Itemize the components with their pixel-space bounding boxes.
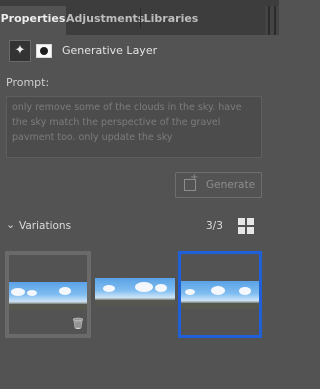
tab-properties[interactable]: Properties (0, 6, 66, 35)
variation-thumbnail-3-selected[interactable] (178, 251, 262, 338)
variations-title: Variations (19, 220, 72, 232)
variation-image (181, 281, 259, 309)
layer-info-row: ✦ Generative Layer (0, 40, 279, 64)
variations-count: 3/3 (206, 220, 223, 232)
delete-variation-icon[interactable]: 🗑 (71, 317, 85, 330)
panel-scroll-strip[interactable] (265, 6, 279, 35)
variation-image (9, 282, 87, 310)
generative-fill-icon[interactable]: ✦ (9, 40, 31, 62)
grid-view-icon[interactable] (238, 218, 254, 234)
generate-icon (184, 172, 198, 191)
mask-dot (40, 47, 48, 55)
layer-mask-icon[interactable] (36, 44, 52, 58)
strip-line (268, 6, 270, 35)
generate-label: Generate (206, 179, 256, 191)
tab-libraries[interactable]: Libraries (141, 6, 201, 35)
variations-header[interactable]: ⌄ Variations 3/3 (0, 217, 279, 237)
generate-button[interactable]: Generate (175, 172, 262, 198)
variation-thumbnail-2[interactable] (95, 251, 175, 338)
chevron-down-icon[interactable]: ⌄ (6, 218, 15, 231)
strip-line (274, 6, 276, 35)
variation-thumbnail-1[interactable]: 🗑 (5, 251, 91, 338)
layer-name: Generative Layer (62, 44, 158, 57)
panel-tab-bar: Properties Adjustments Libraries (0, 0, 279, 35)
prompt-label: Prompt: (6, 76, 50, 89)
prompt-input[interactable]: only remove some of the clouds in the sk… (6, 96, 262, 158)
tab-adjustments[interactable]: Adjustments (66, 6, 144, 35)
variation-image (95, 278, 175, 306)
